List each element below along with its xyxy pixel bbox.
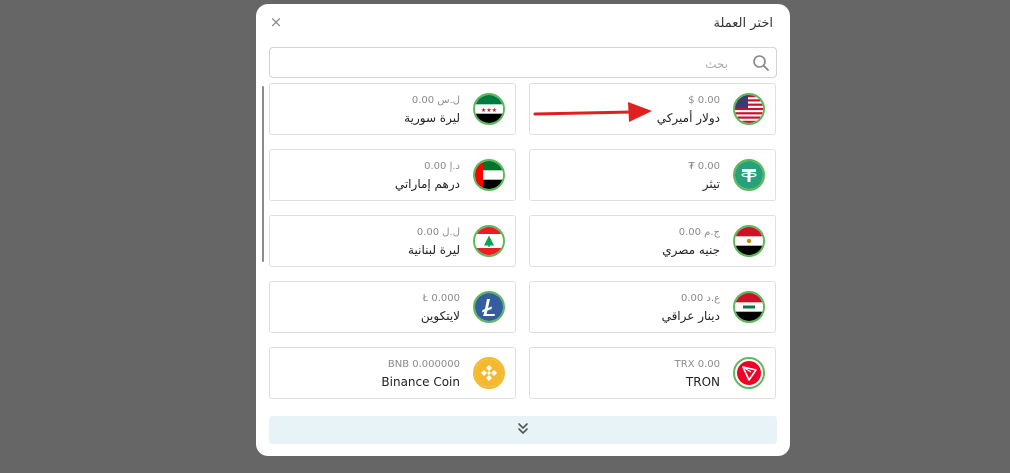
currency-amount: 0.00 ل.س (411, 95, 460, 106)
currency-amount: 0.00 ل.ل (416, 227, 460, 238)
currency-amount: 0.00 د.إ (424, 161, 460, 172)
litecoin-icon (473, 291, 505, 323)
currency-amount: $ 0.00 (688, 95, 720, 106)
currency-name: ليرة لبنانية (408, 243, 460, 257)
iraq-flag-icon (733, 291, 765, 323)
tether-icon (733, 159, 765, 191)
currency-card-trx[interactable]: TRX 0.00 TRON (529, 347, 776, 399)
lebanon-flag-icon (473, 225, 505, 257)
currency-amount: 0.00 ع.د (680, 293, 720, 304)
currency-amount: TRX 0.00 (674, 359, 720, 370)
currency-name: لايتكوين (420, 309, 460, 323)
svg-text:★★★: ★★★ (481, 107, 497, 114)
currency-name: Binance Coin (381, 375, 460, 389)
currency-card-syp[interactable]: ★★★ 0.00 ل.س ليرة سورية (269, 83, 516, 135)
dialog-title: اختر العملة (713, 16, 773, 31)
close-icon[interactable]: × (268, 14, 284, 30)
search-box (269, 47, 777, 78)
currency-amount: BNB 0.000000 (387, 359, 460, 370)
currency-name: TRON (685, 375, 720, 389)
currency-name: دولار أميركي (656, 111, 720, 125)
currency-dialog: × اختر العملة بحث $ 0.00 دولار أميركي ★★… (256, 4, 790, 456)
search-input[interactable] (276, 52, 730, 75)
currency-name: دينار عراقي (661, 309, 720, 323)
currency-amount: 0.00 ج.م (678, 227, 720, 238)
uae-flag-icon (473, 159, 505, 191)
load-more-button[interactable] (269, 416, 777, 444)
syria-flag-icon: ★★★ (473, 93, 505, 125)
annotation-arrow (533, 102, 652, 122)
scrollbar[interactable] (262, 86, 264, 262)
currency-card-lbp[interactable]: 0.00 ل.ل ليرة لبنانية (269, 215, 516, 267)
currency-card-bnb[interactable]: BNB 0.000000 Binance Coin (269, 347, 516, 399)
currency-name: جنيه مصري (662, 243, 720, 257)
egypt-flag-icon (733, 225, 765, 257)
currency-amount: ₮ 0.00 (688, 161, 720, 172)
currency-card-ltc[interactable]: Ł 0.000 لايتكوين (269, 281, 516, 333)
currency-card-egp[interactable]: 0.00 ج.م جنيه مصري (529, 215, 776, 267)
tron-icon (733, 357, 765, 389)
binance-icon (473, 357, 505, 389)
currency-amount: Ł 0.000 (422, 293, 460, 304)
currency-name: درهم إماراتي (394, 177, 460, 191)
us-flag-icon (733, 93, 765, 125)
currency-card-usdt[interactable]: ₮ 0.00 تيثر (529, 149, 776, 201)
double-chevron-down-icon (518, 423, 528, 434)
currency-name: ليرة سورية (404, 111, 460, 125)
currency-name: تيثر (702, 177, 720, 191)
search-icon (753, 55, 769, 71)
currency-card-aed[interactable]: 0.00 د.إ درهم إماراتي (269, 149, 516, 201)
currency-card-iqd[interactable]: 0.00 ع.د دينار عراقي (529, 281, 776, 333)
